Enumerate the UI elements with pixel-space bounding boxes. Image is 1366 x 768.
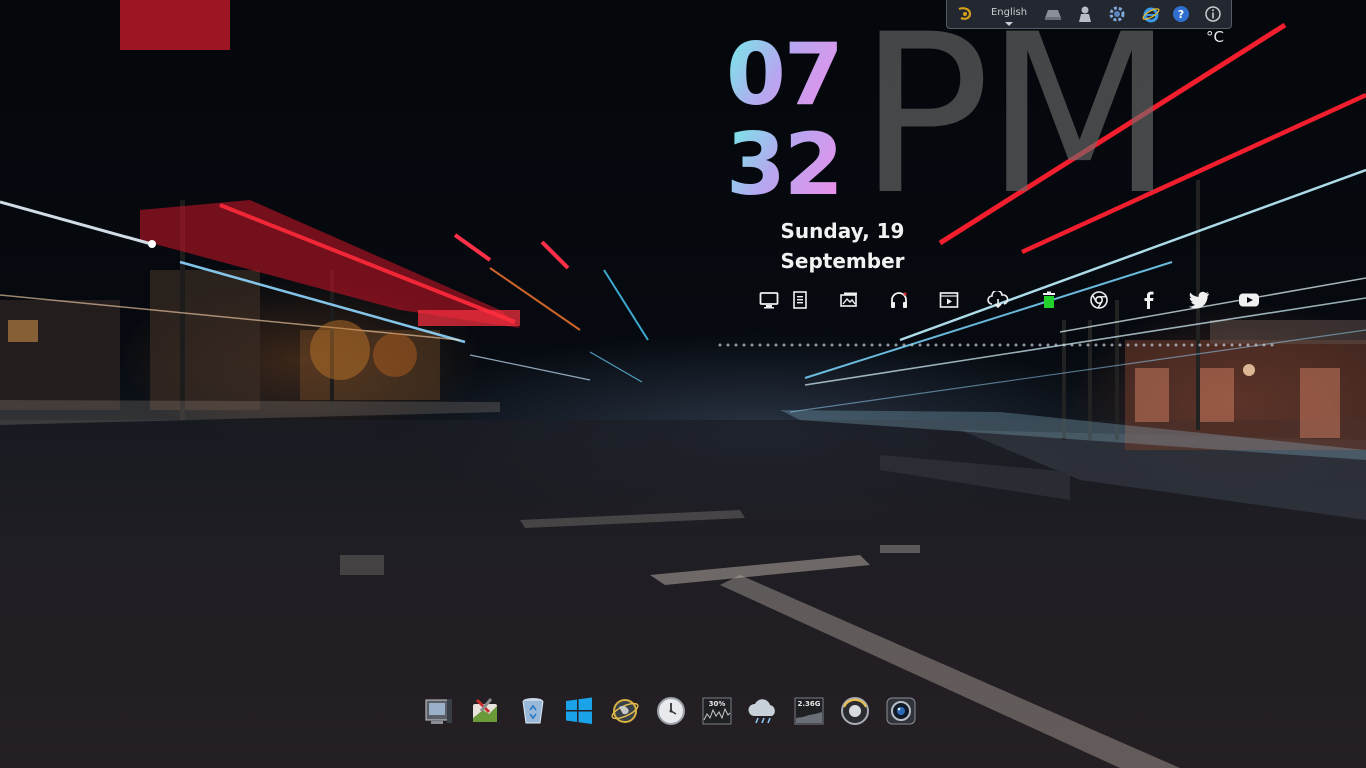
recycle-bin-icon[interactable] [516, 694, 550, 728]
camera-icon[interactable] [884, 694, 918, 728]
clock-hour: 07 [726, 25, 844, 125]
clock-ampm: PM [858, 0, 1174, 243]
internet-explorer-icon[interactable] [1141, 4, 1161, 24]
cpu-label: 30% [709, 700, 726, 708]
settings-icon[interactable] [1107, 4, 1127, 24]
cpu-meter-icon[interactable]: 30% [700, 694, 734, 728]
monitor-icon[interactable] [758, 289, 780, 311]
clock-minute: 32 [726, 115, 844, 215]
weather-icon[interactable] [746, 694, 780, 728]
windows-icon[interactable] [562, 694, 596, 728]
language-label: English [990, 7, 1028, 18]
twitter-icon[interactable] [1188, 289, 1210, 311]
speaker-icon[interactable] [838, 694, 872, 728]
dock: 30% 2.36G [420, 694, 920, 734]
top-toolbar: English ? [946, 0, 1232, 29]
drive-icon[interactable] [1043, 4, 1063, 24]
help-icon[interactable]: ? [1171, 4, 1191, 24]
language-select[interactable]: English [983, 3, 1035, 26]
temperature-unit: °C [1206, 28, 1224, 46]
video-icon[interactable] [938, 289, 960, 311]
facebook-icon[interactable] [1138, 289, 1160, 311]
document-icon[interactable] [789, 289, 811, 311]
network-globe-icon[interactable] [608, 694, 642, 728]
chrome-icon[interactable] [1088, 289, 1110, 311]
computer-icon[interactable] [422, 694, 456, 728]
date-month: September [780, 249, 905, 273]
user-icon[interactable] [1075, 4, 1095, 24]
clock-icon[interactable] [654, 694, 688, 728]
pictures-icon[interactable] [838, 289, 860, 311]
info-icon[interactable] [1203, 4, 1223, 24]
disk-label: 2.36G [797, 700, 820, 708]
svg-text:?: ? [1178, 8, 1184, 21]
trash-full-icon[interactable] [1038, 289, 1060, 311]
headphones-icon[interactable] [888, 289, 910, 311]
launcher-bar [0, 289, 1366, 311]
chevron-down-icon [1005, 22, 1013, 26]
desktop: PM 07 32 Sunday, 19 September °C English… [0, 0, 1366, 768]
tools-icon[interactable] [468, 694, 502, 728]
logo-icon[interactable] [955, 4, 975, 24]
youtube-icon[interactable] [1238, 289, 1260, 311]
clock-date: Sunday, 19 September [770, 216, 915, 276]
disk-meter-icon[interactable]: 2.36G [792, 694, 826, 728]
cloud-download-icon[interactable] [987, 289, 1009, 311]
date-day: Sunday, 19 [780, 219, 905, 243]
dotted-separator [716, 343, 1276, 347]
